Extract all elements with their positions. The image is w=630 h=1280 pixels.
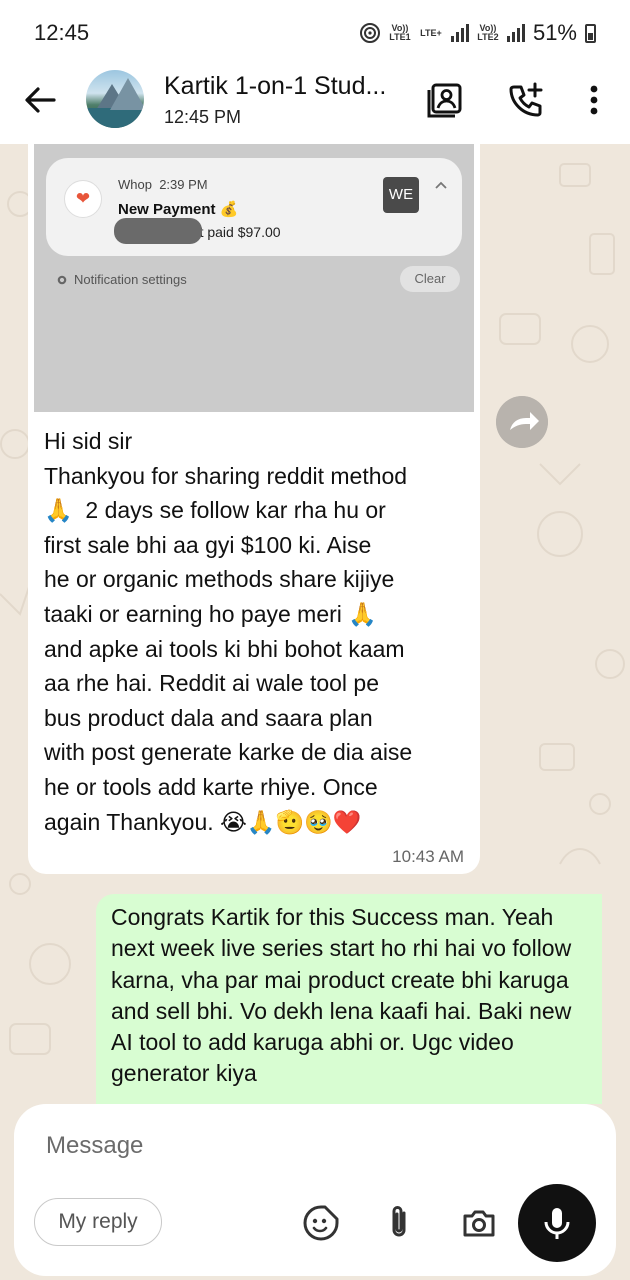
camera-icon[interactable] — [460, 1204, 498, 1242]
whop-logo-icon: ❤ — [64, 180, 102, 218]
chat-title[interactable]: Kartik 1-on-1 Stud... — [164, 72, 386, 101]
battery-percent: 51% — [532, 20, 577, 45]
notification-card: ❤ Whop 2:39 PM New Payment 💰 e just paid… — [46, 158, 462, 256]
notification-settings: Notification settings — [56, 272, 187, 287]
mic-icon — [544, 1208, 570, 1239]
forward-icon[interactable] — [496, 396, 548, 448]
chat-last-seen: 12:45 PM — [164, 107, 242, 127]
attach-icon[interactable] — [380, 1204, 418, 1242]
outgoing-message-bubble[interactable]: Congrats Kartik for this Success man. Ye… — [96, 894, 602, 1104]
signal-2-icon — [506, 24, 525, 42]
hotspot-icon — [359, 23, 380, 43]
chat-header: Kartik 1-on-1 Stud... 12:45 PM — [0, 62, 630, 144]
redaction-mark — [114, 218, 202, 244]
notification-app-time: Whop 2:39 PM — [118, 177, 208, 192]
incoming-message-text: Hi sid sir Thankyou for sharing reddit m… — [44, 428, 413, 835]
more-options-icon[interactable] — [574, 80, 614, 120]
signal-icon — [450, 24, 469, 42]
lte2-label: Vo)) LTE2 — [477, 23, 499, 42]
notification-badge: WE — [383, 177, 419, 213]
add-call-icon[interactable] — [506, 80, 546, 120]
back-arrow-icon[interactable] — [20, 80, 60, 120]
lte1-label: Vo)) LTE1 — [389, 23, 411, 42]
outgoing-message-text: Congrats Kartik for this Success man. Ye… — [111, 904, 572, 1087]
shared-screenshot-image[interactable]: ❤ Whop 2:39 PM New Payment 💰 e just paid… — [34, 144, 474, 412]
contact-card-icon[interactable] — [426, 80, 466, 120]
lte-plus-label: LTE+ — [420, 27, 442, 38]
contact-avatar[interactable] — [86, 70, 144, 128]
voice-message-button[interactable] — [518, 1184, 596, 1262]
chevron-up-icon — [435, 181, 447, 189]
my-reply-button[interactable]: My reply — [34, 1198, 162, 1246]
status-bar: 12:45 Vo)) LTE1 LTE+ Vo)) LTE2 51% — [0, 0, 630, 62]
gear-icon — [57, 275, 67, 284]
message-input[interactable]: Message — [46, 1132, 143, 1160]
message-composer: Message My reply — [14, 1104, 616, 1276]
clear-button: Clear — [400, 266, 460, 292]
sticker-icon[interactable] — [302, 1204, 340, 1242]
status-time: 12:45 — [34, 20, 90, 45]
battery-icon — [585, 23, 596, 43]
notification-title: New Payment 💰 — [118, 201, 239, 218]
chat-area[interactable]: ❤ Whop 2:39 PM New Payment 💰 e just paid… — [0, 144, 630, 1104]
incoming-message-time: 10:43 AM — [392, 847, 464, 866]
status-indicators: Vo)) LTE1 LTE+ Vo)) LTE2 51% — [359, 20, 596, 46]
incoming-message-bubble[interactable]: ❤ Whop 2:39 PM New Payment 💰 e just paid… — [28, 144, 480, 874]
